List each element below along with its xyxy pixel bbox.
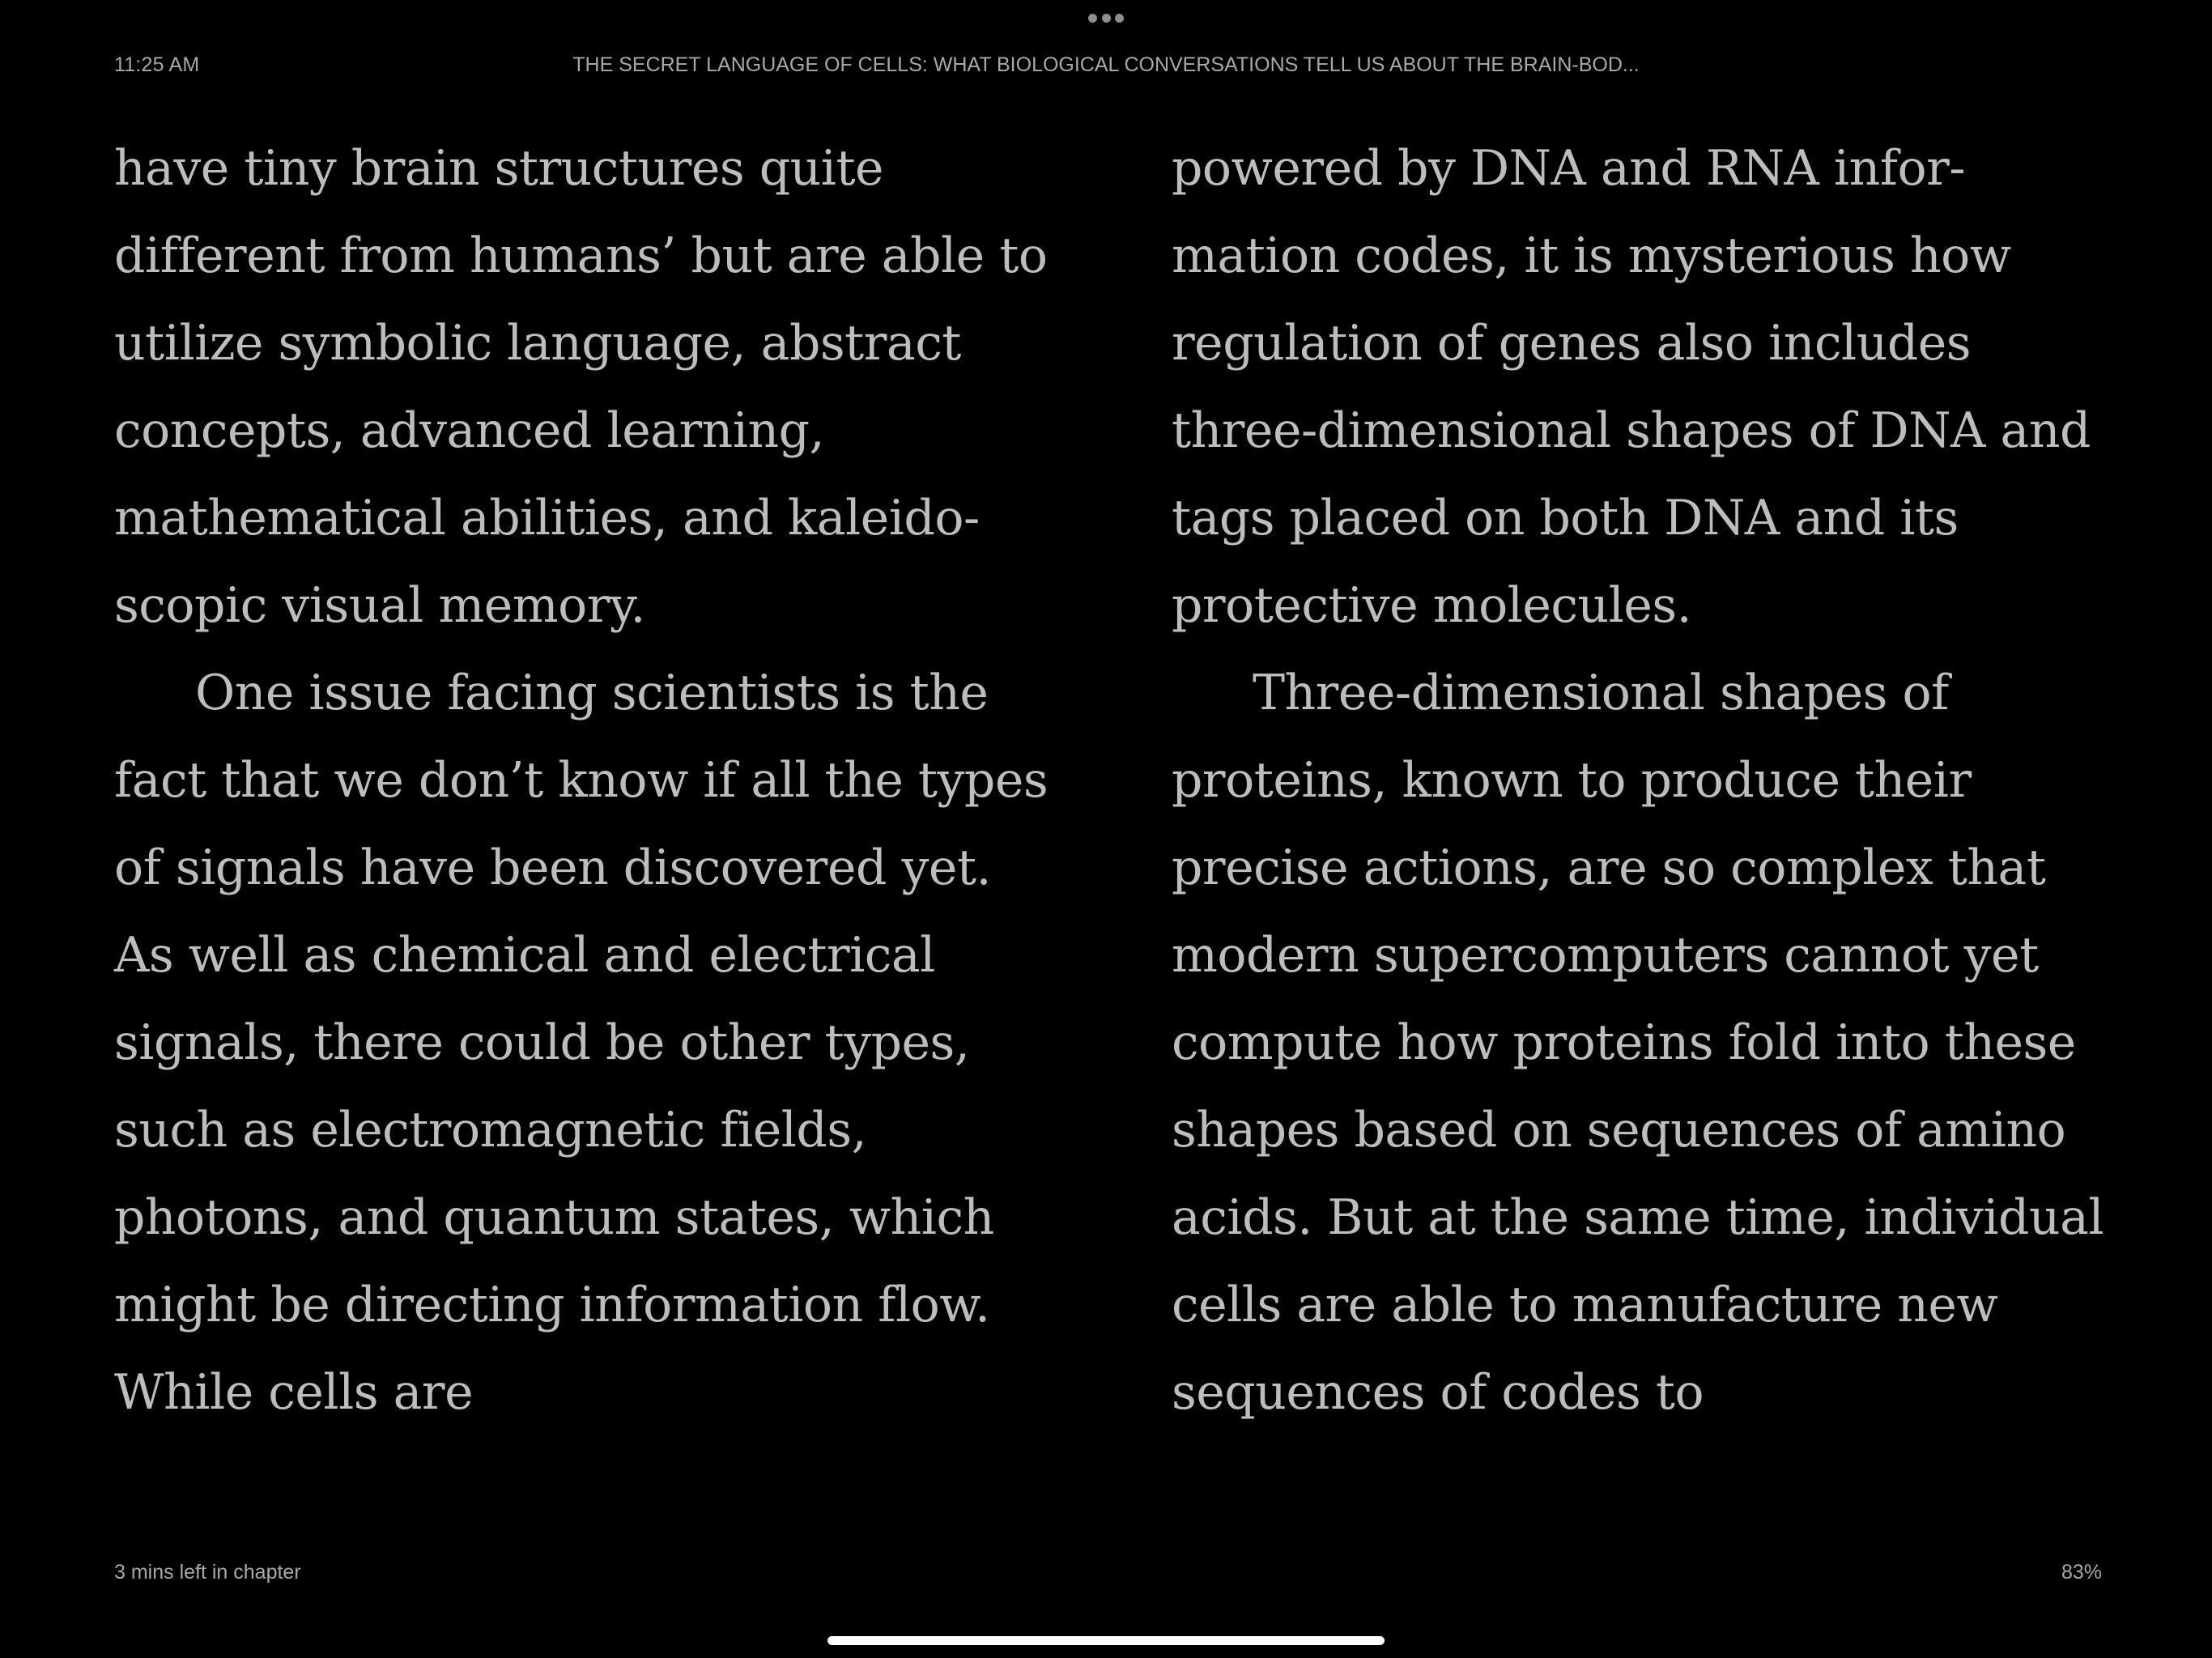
chapter-time-remaining: 3 mins left in chapter xyxy=(114,1561,301,1584)
dot xyxy=(1115,13,1124,23)
multitasking-dots-icon[interactable] xyxy=(1088,13,1124,23)
paragraph: powered by DNA and RNA infor­mation code… xyxy=(1172,140,2091,634)
book-title-header[interactable]: THE SECRET LANGUAGE OF CELLS: WHAT BIOLO… xyxy=(340,53,1872,77)
dot xyxy=(1101,13,1111,23)
right-page[interactable]: powered by DNA and RNA infor­mation code… xyxy=(1172,125,2111,1436)
home-indicator[interactable] xyxy=(827,1636,1385,1645)
left-page[interactable]: have tiny brain structures quite differe… xyxy=(114,125,1053,1436)
paragraph: Three-dimensional shapes of proteins, kn… xyxy=(1172,665,2104,1421)
dot xyxy=(1088,13,1097,23)
status-bar-time: 11:25 AM xyxy=(114,53,200,76)
reading-progress-percent: 83% xyxy=(2061,1561,2102,1584)
paragraph: One issue facing scientists is the fact … xyxy=(114,665,1049,1421)
paragraph: have tiny brain structures quite differe… xyxy=(114,140,1048,634)
